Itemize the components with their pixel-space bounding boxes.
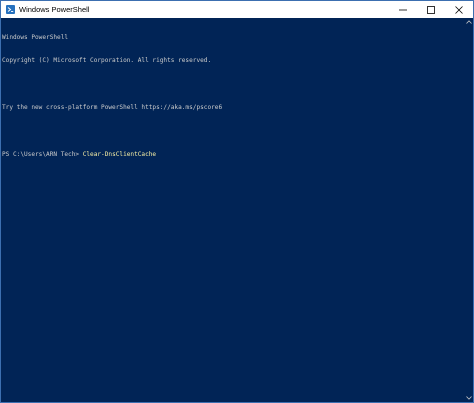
scroll-down-button[interactable]: [465, 394, 473, 402]
console-output[interactable]: Windows PowerShell Copyright (C) Microso…: [1, 18, 465, 402]
minimize-button[interactable]: [389, 1, 417, 18]
console-line: Windows PowerShell: [2, 33, 69, 41]
maximize-button[interactable]: [417, 1, 445, 18]
maximize-icon: [427, 5, 435, 14]
vertical-scrollbar[interactable]: [465, 18, 473, 402]
command-text: Clear-DnsClientCache: [82, 150, 157, 158]
console-line: Try the new cross-platform PowerShell ht…: [2, 103, 223, 111]
prompt-text: PS C:\Users\ARN Tech>: [2, 150, 83, 158]
scroll-up-button[interactable]: [465, 18, 473, 26]
prompt-line: PS C:\Users\ARN Tech> Clear-DnsClientCac…: [2, 151, 465, 159]
title-bar[interactable]: Windows PowerShell: [1, 1, 473, 18]
window-controls: [389, 1, 473, 18]
powershell-icon: [6, 5, 15, 14]
close-icon: [455, 5, 463, 14]
chevron-up-icon: [466, 20, 472, 24]
window-title: Windows PowerShell: [19, 5, 90, 14]
powershell-window: Windows PowerShell Windows PowerShell Co…: [0, 0, 474, 403]
minimize-icon: [399, 9, 407, 10]
console-line: Copyright (C) Microsoft Corporation. All…: [2, 56, 212, 64]
chevron-down-icon: [466, 396, 472, 400]
close-button[interactable]: [445, 1, 473, 18]
